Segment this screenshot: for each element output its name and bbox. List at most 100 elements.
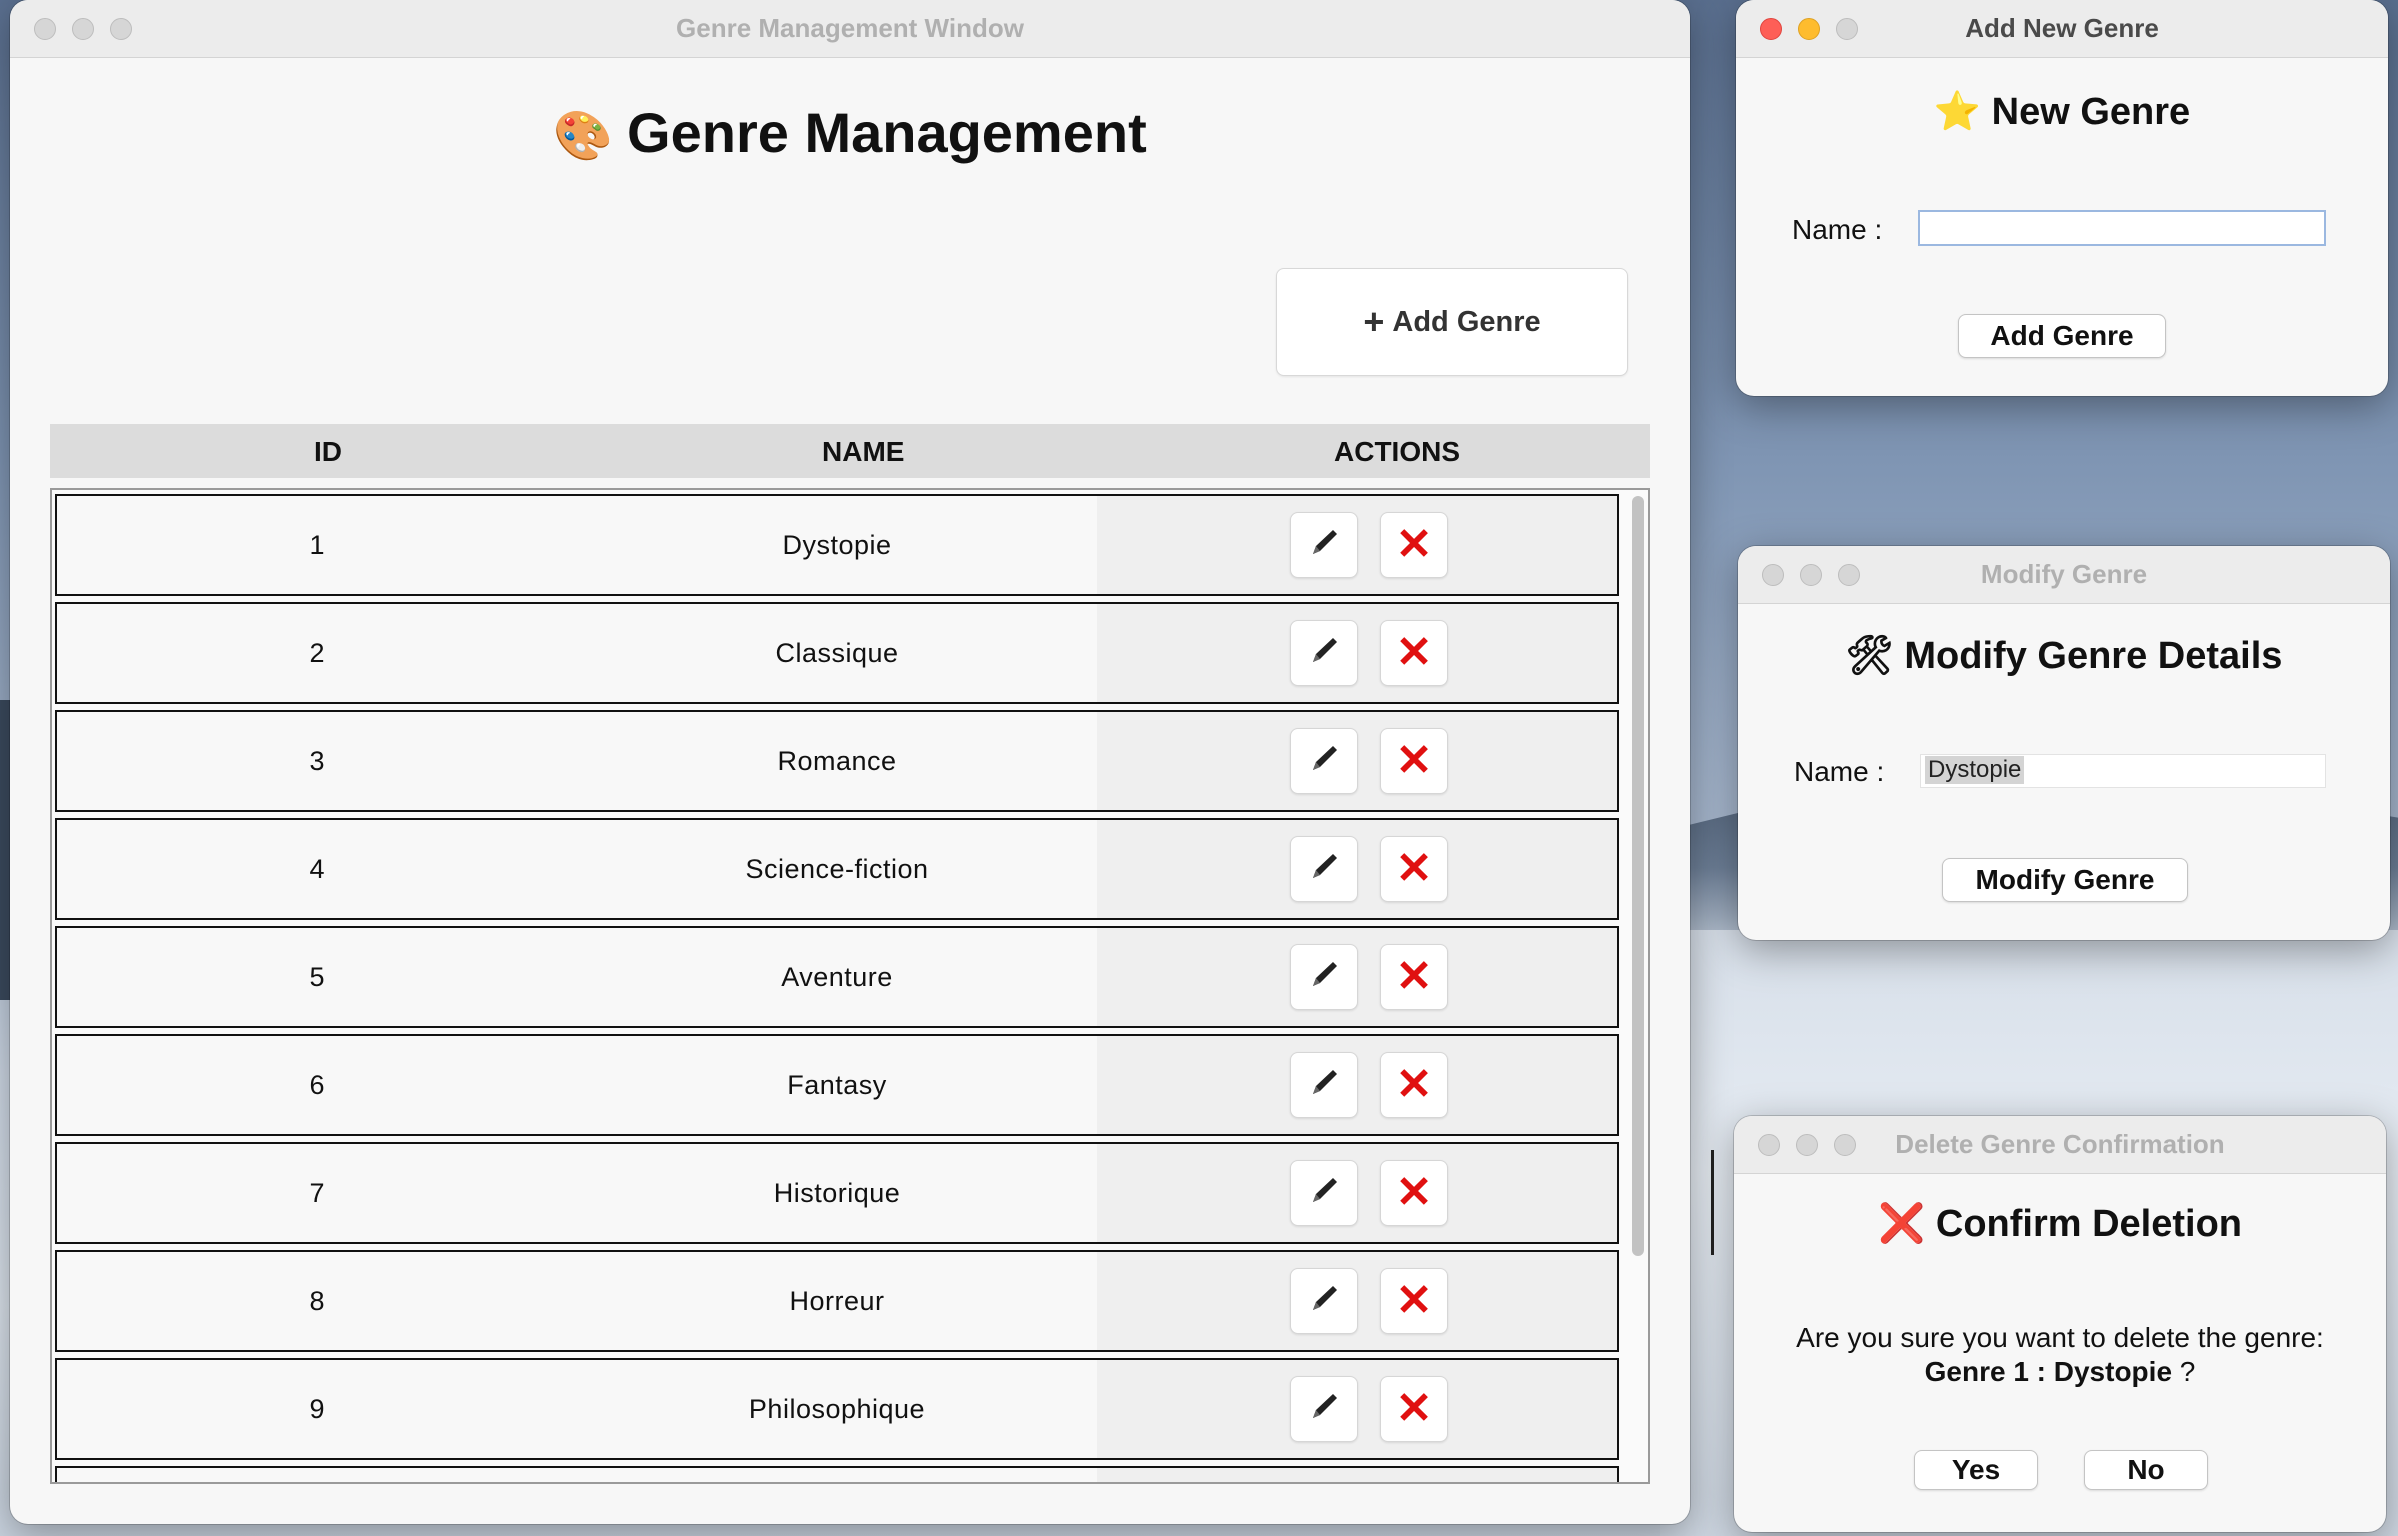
delete-button[interactable]: ✕ (1380, 1376, 1448, 1442)
column-header-actions[interactable]: ACTIONS (1334, 436, 1460, 468)
delete-button[interactable]: ✕ (1380, 620, 1448, 686)
add-window-heading-text: New Genre (1991, 91, 2191, 133)
delete-window-titlebar[interactable]: Delete Genre Confirmation (1734, 1116, 2386, 1174)
minimize-button[interactable] (72, 18, 94, 40)
zoom-button[interactable] (1836, 18, 1858, 40)
minimize-button[interactable] (1798, 18, 1820, 40)
red-x-icon: ✕ (1395, 736, 1433, 785)
edit-button[interactable] (1290, 1376, 1358, 1442)
edit-button[interactable] (1290, 836, 1358, 902)
pencil-icon (1307, 1390, 1341, 1429)
table-row[interactable]: 1 Dystopie ✕ (55, 494, 1619, 596)
column-header-id[interactable]: ID (314, 436, 342, 468)
close-button[interactable] (1758, 1134, 1780, 1156)
delete-button[interactable]: ✕ (1380, 1268, 1448, 1334)
minimize-button[interactable] (1800, 564, 1822, 586)
modify-window-titlebar[interactable]: Modify Genre (1738, 546, 2390, 604)
edit-button[interactable] (1290, 1268, 1358, 1334)
red-x-icon: ✕ (1395, 1384, 1433, 1433)
cell-id: 9 (309, 1394, 325, 1424)
plus-icon: + (1363, 301, 1385, 342)
cell-name: Science-fiction (745, 854, 929, 884)
cell-id: 7 (309, 1178, 325, 1208)
red-x-icon: ✕ (1395, 628, 1433, 677)
window-title: Add New Genre (1965, 13, 2159, 43)
cell-id: 2 (309, 638, 325, 668)
window-controls (1762, 564, 1860, 586)
minimize-button[interactable] (1796, 1134, 1818, 1156)
modify-genre-window: Modify Genre 🛠 Modify Genre Details Name… (1738, 546, 2390, 940)
table-row[interactable]: 8 Horreur ✕ (55, 1250, 1619, 1352)
add-genre-submit-button[interactable]: Add Genre (1958, 314, 2166, 358)
pencil-icon (1307, 526, 1341, 565)
edit-button[interactable] (1290, 944, 1358, 1010)
pencil-icon (1307, 1282, 1341, 1321)
pencil-icon (1307, 742, 1341, 781)
red-x-icon: ✕ (1395, 520, 1433, 569)
add-window-titlebar[interactable]: Add New Genre (1736, 0, 2388, 58)
cell-id: 8 (309, 1286, 325, 1316)
cell-id: 4 (309, 854, 325, 884)
yes-button-label: Yes (1951, 1454, 2001, 1485)
table-row[interactable]: 2 Classique ✕ (55, 602, 1619, 704)
modify-genre-submit-button[interactable]: Modify Genre (1942, 858, 2188, 902)
question-mark: ? (2179, 1356, 2196, 1387)
red-x-icon: ✕ (1395, 1276, 1433, 1325)
table-row[interactable]: 5 Aventure ✕ (55, 926, 1619, 1028)
name-label: Name : (1792, 214, 1883, 245)
name-input[interactable] (1918, 210, 2326, 246)
delete-button[interactable]: ✕ (1380, 1052, 1448, 1118)
close-button[interactable] (1762, 564, 1784, 586)
delete-message: Are you sure you want to delete the genr… (1796, 1322, 2324, 1353)
cell-name: Aventure (781, 962, 893, 992)
table-row[interactable]: 7 Historique ✕ (55, 1142, 1619, 1244)
edit-button[interactable] (1290, 620, 1358, 686)
table-row-partial[interactable] (55, 1466, 1619, 1482)
window-title: Genre Management Window (676, 13, 1024, 43)
add-genre-button[interactable]: + Add Genre (1276, 268, 1628, 376)
edit-button[interactable] (1290, 512, 1358, 578)
tools-icon: 🛠 (1845, 635, 1894, 677)
delete-button[interactable]: ✕ (1380, 512, 1448, 578)
main-titlebar[interactable]: Genre Management Window (10, 0, 1690, 58)
red-x-icon: ✕ (1395, 1060, 1433, 1109)
red-x-icon: ✕ (1395, 844, 1433, 893)
delete-window-heading-text: Confirm Deletion (1935, 1203, 2242, 1245)
modify-window-heading: 🛠 Modify Genre Details (1738, 634, 2390, 678)
no-button[interactable]: No (2084, 1450, 2208, 1490)
delete-button[interactable]: ✕ (1380, 836, 1448, 902)
pencil-icon (1307, 850, 1341, 889)
name-input[interactable]: Dystopie (1920, 754, 2326, 788)
yes-button[interactable]: Yes (1914, 1450, 2038, 1490)
edit-button[interactable] (1290, 1160, 1358, 1226)
actions-cell (1097, 1468, 1617, 1482)
zoom-button[interactable] (110, 18, 132, 40)
pencil-icon (1307, 1066, 1341, 1105)
edit-button[interactable] (1290, 1052, 1358, 1118)
genre-reference-text: Genre 1 : Dystopie (1924, 1356, 2173, 1387)
close-button[interactable] (34, 18, 56, 40)
table-row[interactable]: 9 Philosophique ✕ (55, 1358, 1619, 1460)
add-genre-window: Add New Genre ⭐ New Genre Name : Add Gen… (1736, 0, 2388, 396)
edit-button[interactable] (1290, 728, 1358, 794)
close-button[interactable] (1760, 18, 1782, 40)
zoom-button[interactable] (1834, 1134, 1856, 1156)
cell-name: Philosophique (748, 1394, 926, 1424)
modify-window-heading-text: Modify Genre Details (1904, 635, 2283, 677)
delete-button[interactable]: ✕ (1380, 1160, 1448, 1226)
add-window-heading: ⭐ New Genre (1736, 90, 2388, 134)
cell-name: Dystopie (782, 530, 892, 560)
red-x-icon: ✕ (1395, 952, 1433, 1001)
no-button-label: No (2127, 1454, 2165, 1485)
column-header-name[interactable]: NAME (822, 436, 904, 468)
zoom-button[interactable] (1838, 564, 1860, 586)
table-scrollbar[interactable] (1632, 496, 1644, 1256)
delete-genre-reference: Genre 1 : Dystopie ? (1734, 1356, 2386, 1388)
table-header: ID NAME ACTIONS (50, 424, 1650, 478)
table-row[interactable]: 3 Romance ✕ (55, 710, 1619, 812)
table-row[interactable]: 4 Science-fiction ✕ (55, 818, 1619, 920)
table-row[interactable]: 6 Fantasy ✕ (55, 1034, 1619, 1136)
window-controls (34, 18, 132, 40)
delete-button[interactable]: ✕ (1380, 728, 1448, 794)
delete-button[interactable]: ✕ (1380, 944, 1448, 1010)
